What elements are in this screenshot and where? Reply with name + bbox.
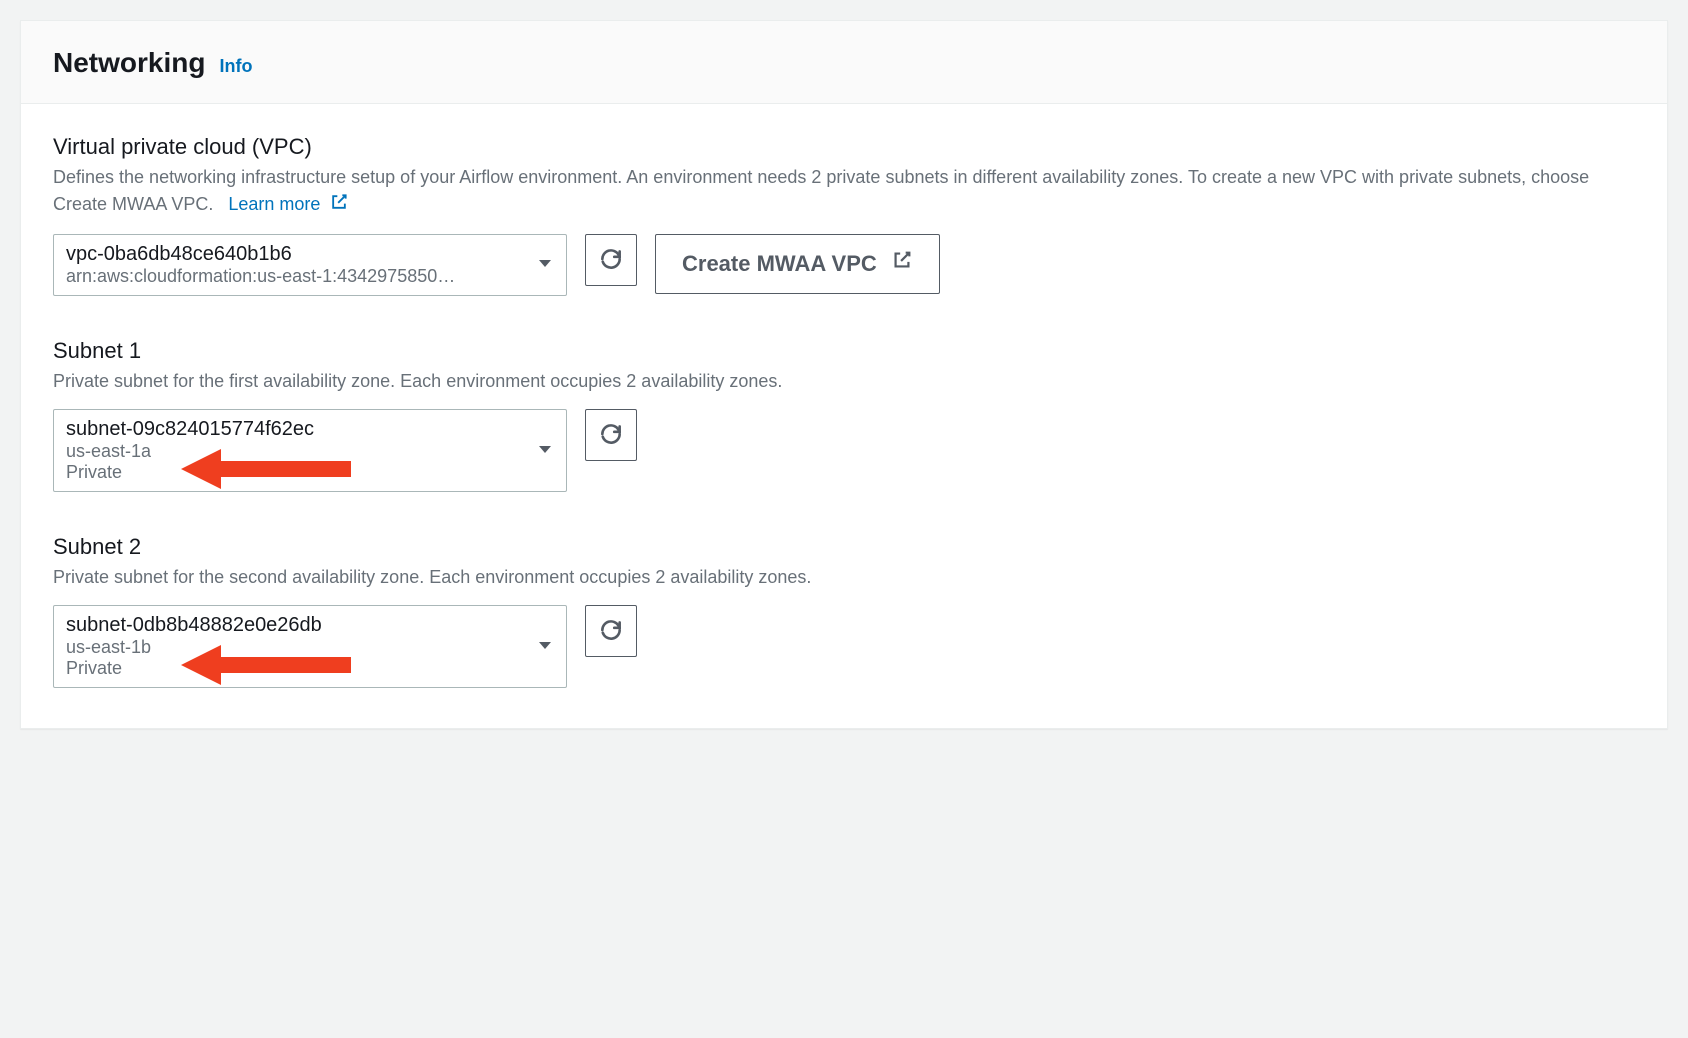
caret-down-icon: [538, 638, 552, 656]
subnet1-controls: subnet-09c824015774f62ec us-east-1a Priv…: [53, 409, 1635, 492]
subnet2-label: Subnet 2: [53, 534, 1635, 560]
subnet2-selected-id: subnet-0db8b48882e0e26db: [66, 614, 526, 637]
subnet1-field: Subnet 1 Private subnet for the first av…: [53, 338, 1635, 492]
learn-more-link[interactable]: Learn more: [228, 194, 349, 214]
subnet1-description: Private subnet for the first availabilit…: [53, 368, 1635, 395]
panel-header: Networking Info: [21, 21, 1667, 104]
learn-more-text: Learn more: [228, 194, 320, 214]
refresh-vpc-button[interactable]: [585, 234, 637, 286]
vpc-selected-arn: arn:aws:cloudformation:us-east-1:4342975…: [66, 266, 526, 287]
subnet2-field: Subnet 2 Private subnet for the second a…: [53, 534, 1635, 688]
create-mwaa-vpc-button[interactable]: Create MWAA VPC: [655, 234, 940, 294]
vpc-select[interactable]: vpc-0ba6db48ce640b1b6 arn:aws:cloudforma…: [53, 234, 567, 296]
external-link-icon: [329, 192, 349, 220]
panel-title: Networking: [53, 47, 205, 79]
refresh-icon: [598, 617, 624, 646]
panel-body: Virtual private cloud (VPC) Defines the …: [21, 104, 1667, 728]
subnet1-az: us-east-1a: [66, 441, 526, 462]
subnet2-az: us-east-1b: [66, 637, 526, 658]
subnet1-selected-id: subnet-09c824015774f62ec: [66, 418, 526, 441]
subnet2-controls: subnet-0db8b48882e0e26db us-east-1b Priv…: [53, 605, 1635, 688]
vpc-label: Virtual private cloud (VPC): [53, 134, 1635, 160]
vpc-controls: vpc-0ba6db48ce640b1b6 arn:aws:cloudforma…: [53, 234, 1635, 296]
networking-panel: Networking Info Virtual private cloud (V…: [20, 20, 1668, 729]
vpc-field: Virtual private cloud (VPC) Defines the …: [53, 134, 1635, 296]
info-link[interactable]: Info: [219, 56, 252, 77]
subnet2-select[interactable]: subnet-0db8b48882e0e26db us-east-1b Priv…: [53, 605, 567, 688]
vpc-description: Defines the networking infrastructure se…: [53, 164, 1635, 220]
subnet1-select[interactable]: subnet-09c824015774f62ec us-east-1a Priv…: [53, 409, 567, 492]
vpc-selected-id: vpc-0ba6db48ce640b1b6: [66, 243, 526, 266]
subnet1-type: Private: [66, 462, 526, 483]
refresh-subnet2-button[interactable]: [585, 605, 637, 657]
subnet2-description: Private subnet for the second availabili…: [53, 564, 1635, 591]
refresh-icon: [598, 246, 624, 275]
create-mwaa-vpc-label: Create MWAA VPC: [682, 250, 877, 279]
subnet1-label: Subnet 1: [53, 338, 1635, 364]
caret-down-icon: [538, 442, 552, 460]
refresh-subnet1-button[interactable]: [585, 409, 637, 461]
caret-down-icon: [538, 256, 552, 274]
subnet2-type: Private: [66, 658, 526, 679]
external-link-icon: [891, 249, 913, 279]
refresh-icon: [598, 421, 624, 450]
